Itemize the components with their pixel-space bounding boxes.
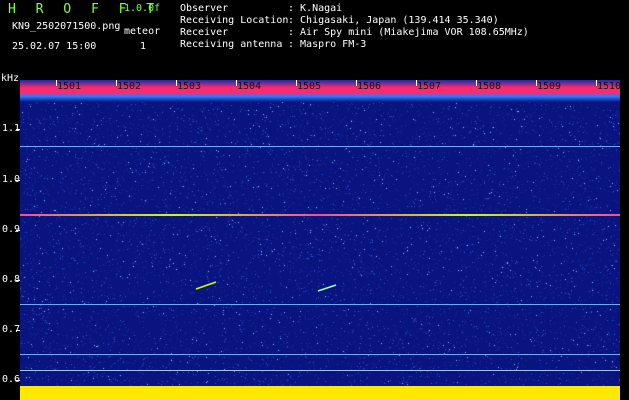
observer-value: : K.Nagai bbox=[288, 3, 343, 14]
minute-label: 1502 bbox=[117, 81, 142, 92]
receiver-label: Receiver bbox=[180, 27, 229, 38]
meteor-echo bbox=[317, 284, 337, 292]
timestamp: 25.02.07 15:00 bbox=[12, 41, 97, 52]
receiver-value: : Air Spy mini (Miakejima VOR 108.65MHz) bbox=[288, 27, 529, 38]
version-label: 1.0.0f bbox=[124, 3, 161, 14]
bottom-yellow-band bbox=[20, 386, 620, 400]
minute-label: 1505 bbox=[297, 81, 322, 92]
minute-label: 1506 bbox=[357, 81, 382, 92]
antenna-label: Receiving antenna bbox=[180, 39, 283, 50]
meteor-echoes bbox=[195, 281, 337, 292]
meteor-count: 1 bbox=[140, 41, 147, 52]
minute-label: 1507 bbox=[417, 81, 442, 92]
minute-label: 1508 bbox=[477, 81, 502, 92]
filename: KN9_2502071500.png bbox=[12, 21, 121, 32]
observer-label: Observer bbox=[180, 3, 229, 14]
spectrogram: 1501 1502 1503 1504 1505 1506 1507 1508 … bbox=[20, 80, 620, 400]
antenna-value: : Maspro FM-3 bbox=[288, 39, 367, 50]
frequency-unit: kHz bbox=[1, 73, 20, 84]
minute-label: 1510 bbox=[597, 81, 620, 92]
location-label: Receiving Location bbox=[180, 15, 289, 26]
meteor-label: meteor bbox=[124, 26, 161, 37]
minute-label: 1503 bbox=[177, 81, 202, 92]
minute-label: 1501 bbox=[57, 81, 82, 92]
location-value: : Chigasaki, Japan (139.414 35.340) bbox=[288, 15, 499, 26]
minute-label: 1509 bbox=[537, 81, 562, 92]
minute-label: 1504 bbox=[237, 81, 262, 92]
meteor-echo bbox=[195, 281, 217, 290]
